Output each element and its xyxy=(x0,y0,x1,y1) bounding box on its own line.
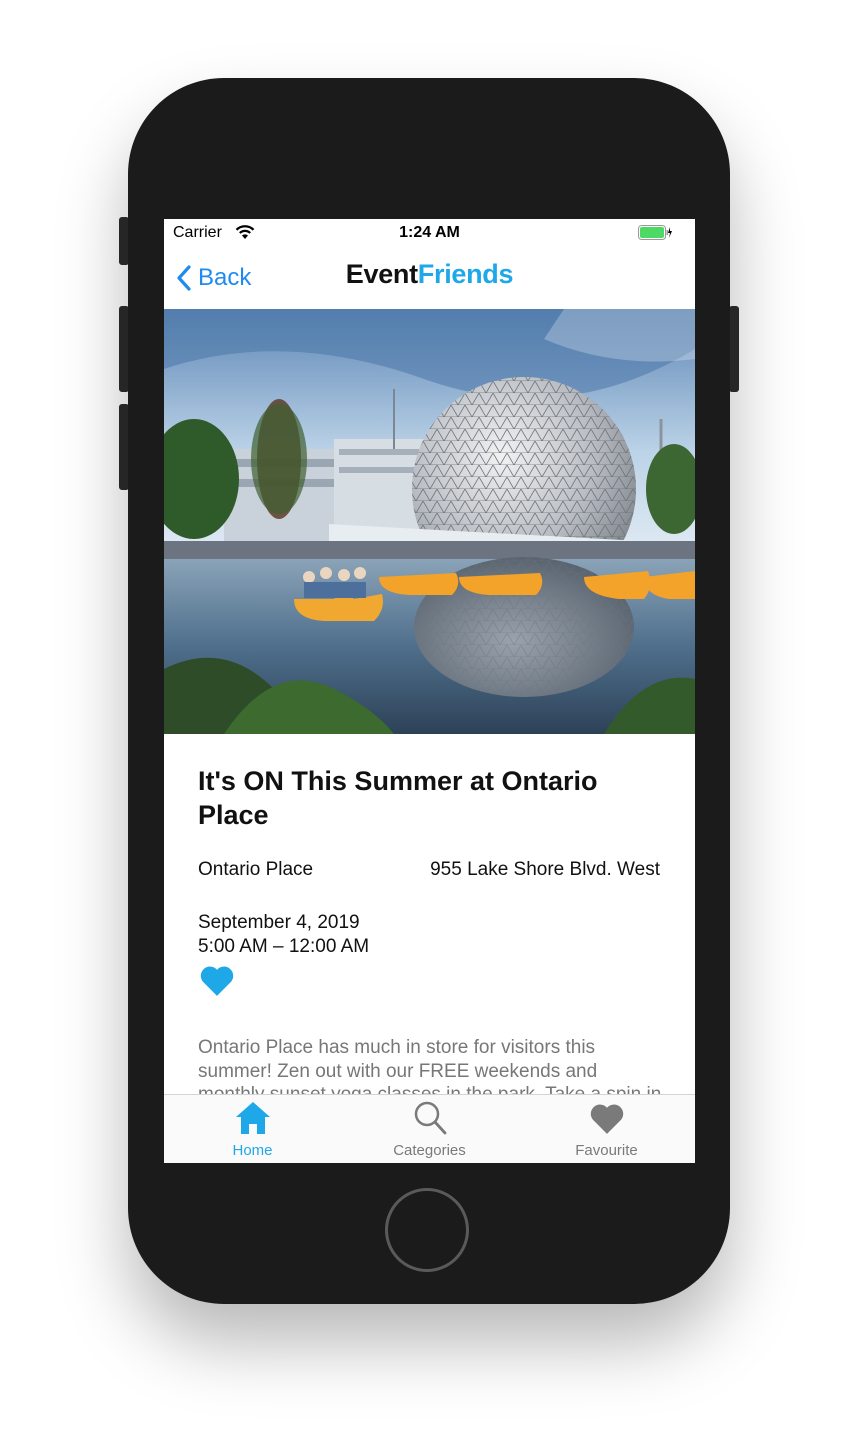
navigation-bar: Back EventFriends xyxy=(164,247,695,309)
tab-categories-label: Categories xyxy=(393,1142,466,1159)
app-title: EventFriends xyxy=(164,259,695,290)
magnifier-icon xyxy=(414,1101,447,1135)
event-address: 955 Lake Shore Blvd. West xyxy=(430,859,660,880)
tab-favourite-label: Favourite xyxy=(575,1142,638,1159)
status-bar: Carrier 1:24 AM xyxy=(164,219,695,247)
favourite-heart-icon[interactable] xyxy=(198,962,236,998)
battery-icon xyxy=(638,225,672,240)
event-date: September 4, 2019 xyxy=(198,912,360,933)
tab-bar: Home Categories Favourite xyxy=(164,1094,695,1163)
power-button xyxy=(729,306,739,392)
app-screen: Carrier 1:24 AM Back EventFriends It's O… xyxy=(164,219,695,1163)
event-time: 5:00 AM – 12:00 AM xyxy=(198,936,370,957)
app-title-event: Event xyxy=(345,259,418,289)
house-icon xyxy=(236,1102,270,1134)
heart-icon xyxy=(590,1104,624,1134)
event-image xyxy=(164,309,695,734)
clock: 1:24 AM xyxy=(399,224,460,241)
tab-home-label: Home xyxy=(232,1142,273,1159)
tab-favourite[interactable]: Favourite xyxy=(518,1095,695,1163)
tab-categories[interactable]: Categories xyxy=(341,1095,518,1163)
tab-home[interactable]: Home xyxy=(164,1095,341,1163)
app-title-friends: Friends xyxy=(417,259,514,289)
event-title: It's ON This Summer at Ontario Place xyxy=(198,766,598,830)
event-venue: Ontario Place xyxy=(198,859,314,880)
home-button[interactable] xyxy=(385,1188,469,1272)
